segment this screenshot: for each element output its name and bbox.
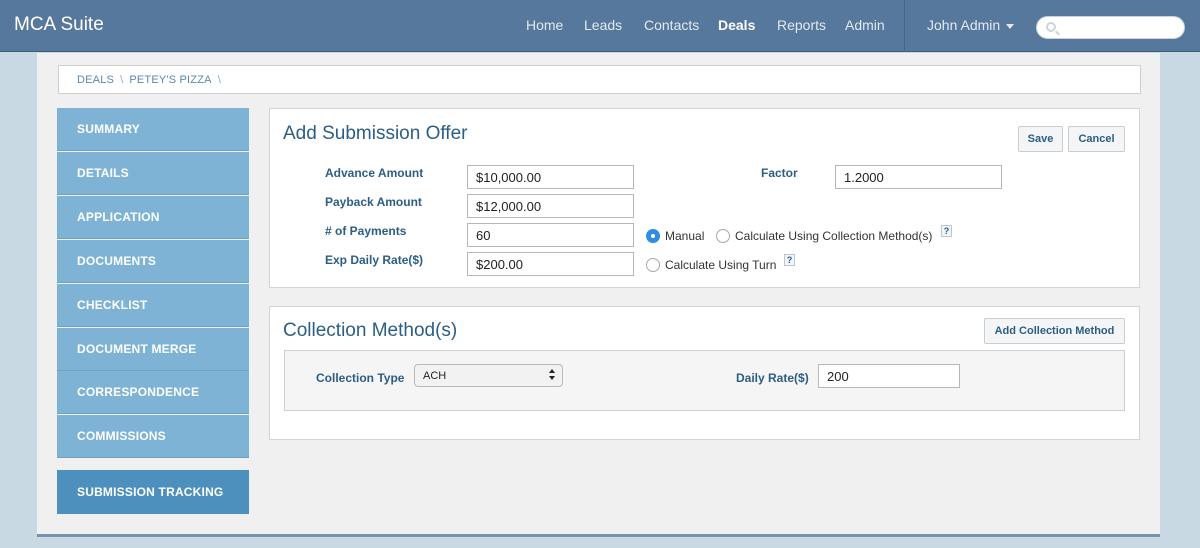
exp-daily-rate-field[interactable] xyxy=(467,252,634,276)
offer-title: Add Submission Offer xyxy=(283,123,468,144)
breadcrumb-deals[interactable]: Deals xyxy=(77,74,114,86)
user-name: John Admin xyxy=(927,17,1001,33)
collection-method-radio[interactable] xyxy=(716,229,730,243)
add-collection-method-button[interactable]: Add Collection Method xyxy=(984,318,1125,344)
sidebar-item-details[interactable]: DETAILS xyxy=(57,152,249,195)
collection-type-select[interactable]: ACH xyxy=(414,364,563,387)
help-icon[interactable]: ? xyxy=(784,254,795,266)
turn-radio-label: Calculate Using Turn xyxy=(665,258,777,272)
nav-deals[interactable]: Deals xyxy=(718,17,755,33)
save-button[interactable]: Save xyxy=(1018,126,1063,152)
nav-reports[interactable]: Reports xyxy=(777,17,826,33)
user-menu[interactable]: John Admin xyxy=(927,17,1015,33)
cancel-button[interactable]: Cancel xyxy=(1068,126,1125,152)
caret-down-icon xyxy=(1006,23,1015,29)
top-navbar: MCA Suite Home Leads Contacts Deals Repo… xyxy=(0,0,1200,52)
factor-field[interactable] xyxy=(835,165,1002,189)
num-payments-label: # of Payments xyxy=(325,224,407,238)
sidebar-item-documents[interactable]: DOCUMENTS xyxy=(57,240,249,283)
nav-home[interactable]: Home xyxy=(526,17,563,33)
payback-amount-label: Payback Amount xyxy=(325,195,422,209)
exp-daily-rate-label: Exp Daily Rate($) xyxy=(325,253,424,267)
sidebar-item-submission-tracking[interactable]: SUBMISSION TRACKING xyxy=(57,470,249,514)
collection-title: Collection Method(s) xyxy=(283,320,458,341)
collection-type-label: Collection Type xyxy=(316,371,405,385)
nav-admin[interactable]: Admin xyxy=(845,17,885,33)
daily-rate-field[interactable] xyxy=(818,364,960,388)
search-box[interactable] xyxy=(1036,16,1185,39)
search-icon xyxy=(1046,22,1056,32)
help-icon[interactable]: ? xyxy=(941,225,952,237)
num-payments-field[interactable] xyxy=(467,223,634,247)
advance-amount-label: Advance Amount xyxy=(325,166,424,180)
brand-logo[interactable]: MCA Suite xyxy=(14,14,104,36)
nav-contacts[interactable]: Contacts xyxy=(644,17,699,33)
sidebar-item-correspondence[interactable]: CORRESPONDENCE xyxy=(57,371,249,414)
sidebar-item-checklist[interactable]: CHECKLIST xyxy=(57,284,249,327)
collection-method-radio-label: Calculate Using Collection Method(s) xyxy=(735,229,933,243)
collection-method-row xyxy=(284,350,1125,411)
sidebar-item-summary[interactable]: SUMMARY xyxy=(57,108,249,151)
daily-rate-label: Daily Rate($) xyxy=(736,371,809,385)
sidebar-item-application[interactable]: APPLICATION xyxy=(57,196,249,239)
breadcrumb-deal[interactable]: Petey's Pizza xyxy=(129,74,211,86)
breadcrumb: Deals \ Petey's Pizza \ xyxy=(58,65,1141,94)
breadcrumb-separator: \ xyxy=(120,74,124,86)
collection-type-value: ACH xyxy=(423,370,447,382)
nav-divider xyxy=(904,0,905,52)
sidebar-item-commissions[interactable]: COMMISSIONS xyxy=(57,415,249,458)
nav-leads[interactable]: Leads xyxy=(584,17,622,33)
factor-label: Factor xyxy=(761,166,798,180)
advance-amount-field[interactable] xyxy=(467,165,634,189)
sidebar-item-document-merge[interactable]: DOCUMENT MERGE xyxy=(57,328,249,371)
search-input[interactable] xyxy=(1061,19,1179,36)
payback-amount-field[interactable] xyxy=(467,194,634,218)
manual-radio-label: Manual xyxy=(665,229,705,243)
turn-radio[interactable] xyxy=(646,258,660,272)
manual-radio[interactable] xyxy=(646,229,660,243)
breadcrumb-separator: \ xyxy=(217,74,221,86)
select-arrows-icon xyxy=(549,369,555,381)
